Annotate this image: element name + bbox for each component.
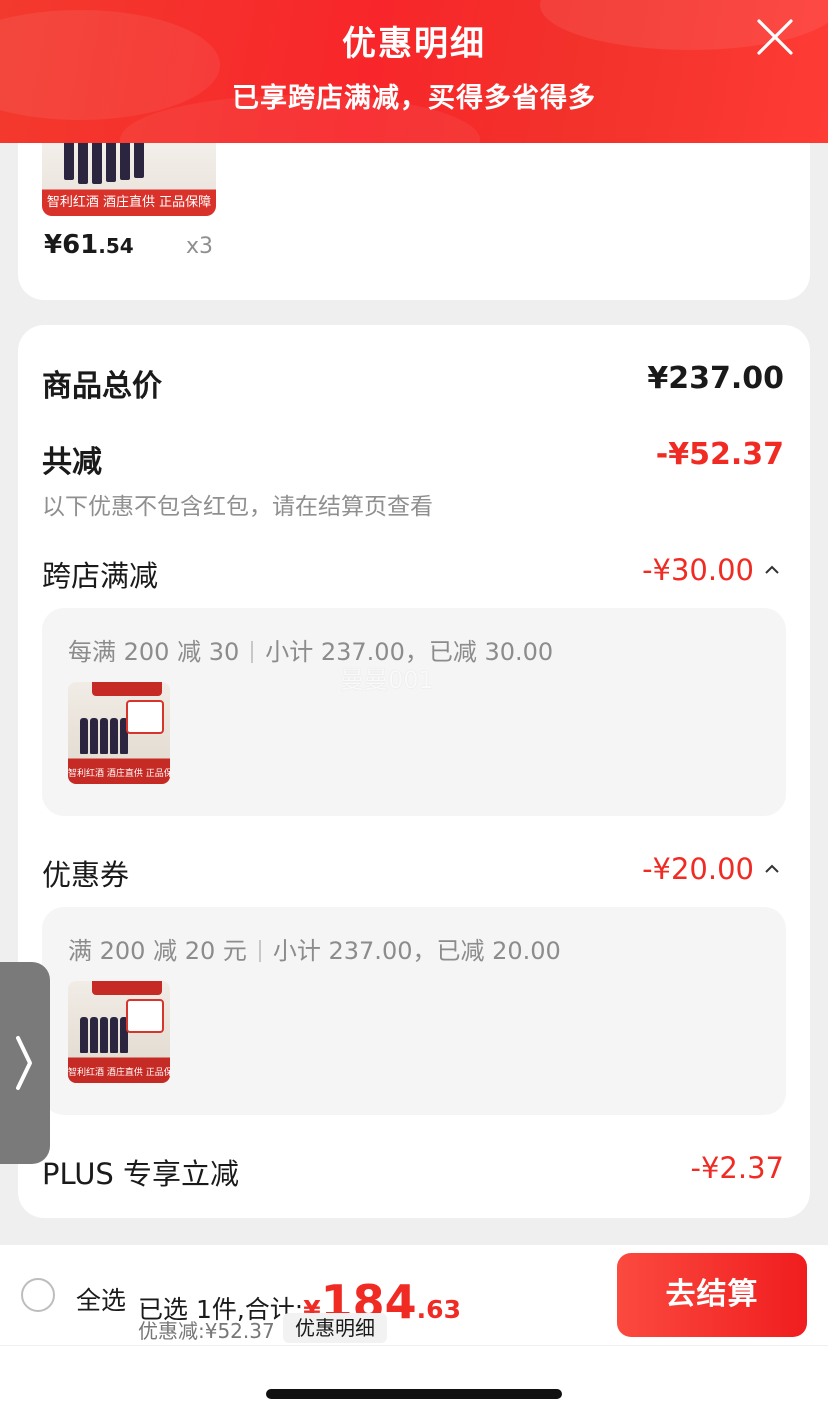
plus-label: PLUS 专享立减 <box>42 1157 240 1191</box>
page-subtitle: 已享跨店满减，买得多省得多 <box>232 83 596 114</box>
coupon-value: -¥20.00 <box>642 852 754 886</box>
page-title: 优惠明细 <box>342 24 486 64</box>
chevron-right-icon <box>16 1036 32 1090</box>
bottle-shape <box>134 140 144 178</box>
bottle-shape <box>80 718 88 754</box>
coupon-rule-text: 满 200 减 20 元 <box>68 937 247 965</box>
product-thumb-band: 智利红酒 酒庄直供 正品保障 <box>68 1068 170 1078</box>
chevron-up-icon <box>765 864 779 873</box>
bottle-shape <box>90 718 98 754</box>
divider <box>251 641 254 663</box>
bottle-shape <box>92 140 102 184</box>
coupon-label: 优惠券 <box>42 858 130 892</box>
price-symbol: ¥ <box>44 230 63 260</box>
bottle-shape <box>90 1017 98 1053</box>
promo-badge <box>126 700 164 734</box>
bottle-shape <box>100 1017 108 1053</box>
discount-summary: 优惠减:¥52.37 <box>138 1319 275 1343</box>
cross-store-toggle[interactable]: -¥30.00 <box>642 553 780 587</box>
cross-store-label: 跨店满减 <box>42 559 159 593</box>
coupon-subtotal: 小计 237.00，已减 20.00 <box>272 937 561 965</box>
product-quantity: x3 <box>186 234 214 259</box>
total-reduction-label: 共减 <box>42 445 102 480</box>
cross-store-rule-text: 每满 200 减 30 <box>68 638 240 666</box>
bottle-shape <box>100 718 108 754</box>
side-expand-tab[interactable] <box>0 962 50 1164</box>
divider <box>0 1345 828 1346</box>
coupon-toggle[interactable]: -¥20.00 <box>642 852 780 886</box>
close-button[interactable] <box>756 18 794 56</box>
divider <box>258 940 261 962</box>
select-all-checkbox[interactable] <box>21 1278 55 1312</box>
discount-detail-button[interactable]: 优惠明细 <box>283 1313 387 1343</box>
cross-store-rule: 每满 200 减 30 小计 237.00，已减 30.00 <box>68 632 553 667</box>
brand-logo <box>92 981 162 995</box>
product-price: ¥61.54 <box>44 230 134 260</box>
bottle-shape <box>80 1017 88 1053</box>
price-decimal: .54 <box>98 234 134 258</box>
total-price-label: 商品总价 <box>42 369 162 404</box>
select-all-label[interactable]: 全选 <box>76 1281 126 1317</box>
coupon-rule: 满 200 减 20 元小计 237.00，已减 20.00 <box>68 931 561 966</box>
checkout-button[interactable]: 去结算 <box>617 1253 807 1337</box>
close-icon <box>757 19 793 55</box>
discount-detail-card: 商品总价 ¥237.00 共减 -¥52.37 以下优惠不包含红包，请在结算页查… <box>18 325 810 1218</box>
product-thumb-band: 智利红酒 酒庄直供 正品保障 <box>68 769 170 779</box>
cross-store-value: -¥30.00 <box>642 553 754 587</box>
total-decimal: .63 <box>416 1295 461 1324</box>
total-price-value: ¥237.00 <box>647 361 784 396</box>
header-banner: 优惠明细 已享跨店满减，买得多省得多 <box>0 0 828 143</box>
watermark: 曼曼001 <box>340 666 434 694</box>
checkout-bar: 全选 已选 1件,合计:¥184.63 优惠减:¥52.37 优惠明细 去结算 <box>0 1245 828 1417</box>
brand-logo <box>92 682 162 696</box>
bottle-shape <box>110 1017 118 1053</box>
bottle-shape <box>78 140 88 184</box>
cross-store-panel: 每满 200 减 30 小计 237.00，已减 30.00 智利红酒 酒庄直供 … <box>42 608 786 816</box>
bottle-shape <box>64 140 74 180</box>
price-integer: 61 <box>62 230 99 260</box>
chevron-up-icon <box>765 565 779 574</box>
home-indicator[interactable] <box>266 1389 562 1399</box>
product-thumb-band: 智利红酒 酒庄直供 正品保障 <box>46 195 212 210</box>
bottle-shape <box>120 140 130 180</box>
bottle-shape <box>110 718 118 754</box>
product-thumbnail[interactable]: 智利红酒 酒庄直供 正品保障 <box>42 140 216 216</box>
plus-value: -¥2.37 <box>690 1151 785 1185</box>
product-thumbnail[interactable]: 智利红酒 酒庄直供 正品保障 <box>68 682 170 784</box>
promo-badge <box>126 999 164 1033</box>
coupon-panel: 满 200 减 20 元小计 237.00，已减 20.00 智利红酒 酒庄直供… <box>42 907 786 1115</box>
bottle-shape <box>106 140 116 182</box>
product-thumbnail[interactable]: 智利红酒 酒庄直供 正品保障 <box>68 981 170 1083</box>
total-reduction-value: -¥52.37 <box>655 437 784 472</box>
reduction-note: 以下优惠不包含红包，请在结算页查看 <box>42 494 433 520</box>
